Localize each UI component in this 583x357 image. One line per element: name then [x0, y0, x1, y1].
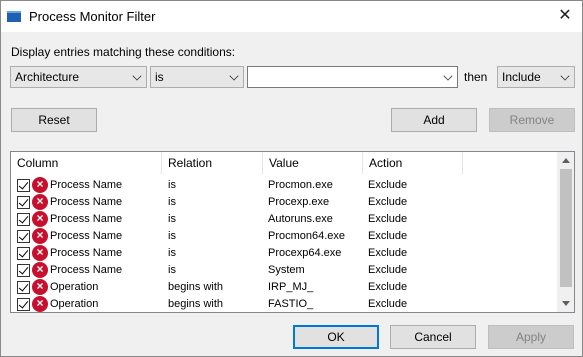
cell-action: Exclude [368, 247, 408, 259]
cell-value: Procmon.exe [268, 179, 333, 191]
cell-column: Process Name [50, 247, 123, 259]
chevron-down-icon [229, 71, 239, 81]
row-checkbox[interactable] [17, 213, 30, 226]
row-checkbox[interactable] [17, 298, 30, 311]
exclude-x-icon: × [32, 245, 48, 261]
cancel-button[interactable]: Cancel [390, 325, 476, 349]
exclude-x-icon: × [32, 228, 48, 244]
action-select[interactable]: Include [497, 66, 575, 88]
cell-value: IRP_MJ_ [268, 281, 314, 293]
then-label: then [464, 70, 488, 84]
cell-value: FASTIO_ [268, 298, 314, 310]
cell-action: Exclude [368, 264, 408, 276]
chevron-down-icon [443, 71, 453, 81]
cell-action: Exclude [368, 230, 408, 242]
table-row[interactable]: × Process Name is System Exclude [11, 262, 559, 279]
apply-button[interactable]: Apply [488, 325, 574, 349]
table-row[interactable]: × Operation begins with IRP_MJ_ Exclude [11, 279, 559, 296]
row-checkbox[interactable] [17, 281, 30, 294]
cell-relation: is [168, 196, 176, 208]
row-checkbox[interactable] [17, 247, 30, 260]
scroll-up-icon[interactable] [562, 158, 570, 163]
exclude-x-icon: × [32, 177, 48, 193]
cell-column: Process Name [50, 230, 123, 242]
cell-relation: is [168, 247, 176, 259]
filter-list[interactable]: Column Relation Value Action × Process Na… [10, 151, 575, 313]
header-action[interactable]: Action [363, 152, 463, 174]
title-bar: Process Monitor Filter ✕ [1, 1, 582, 32]
process-monitor-icon [7, 11, 21, 22]
row-checkbox[interactable] [17, 230, 30, 243]
header-relation[interactable]: Relation [162, 152, 263, 174]
table-row[interactable]: × Process Name is Procmon64.exe Exclude [11, 228, 559, 245]
list-header: Column Relation Value Action [11, 152, 559, 174]
exclude-x-icon: × [32, 279, 48, 295]
cell-value: Autoruns.exe [268, 213, 333, 225]
remove-button[interactable]: Remove [489, 108, 575, 132]
cell-relation: is [168, 213, 176, 225]
table-row[interactable]: × Operation begins with FASTIO_ Exclude [11, 296, 559, 312]
value-combo[interactable] [247, 66, 458, 88]
window-title: Process Monitor Filter [29, 9, 156, 24]
relation-select-value: is [155, 70, 164, 84]
exclude-x-icon: × [32, 211, 48, 227]
cell-relation: begins with [168, 281, 224, 293]
cell-action: Exclude [368, 298, 408, 310]
cell-relation: is [168, 230, 176, 242]
row-checkbox[interactable] [17, 264, 30, 277]
cell-action: Exclude [368, 213, 408, 225]
exclude-x-icon: × [32, 296, 48, 312]
cell-relation: begins with [168, 298, 224, 310]
chevron-down-icon [132, 71, 142, 81]
cell-value: Procmon64.exe [268, 230, 346, 242]
cell-relation: is [168, 264, 176, 276]
add-button[interactable]: Add [391, 108, 477, 132]
cell-column: Process Name [50, 213, 123, 225]
cell-column: Process Name [50, 196, 123, 208]
scroll-thumb[interactable] [560, 169, 572, 287]
cell-action: Exclude [368, 196, 408, 208]
table-row[interactable]: × Process Name is Procexp.exe Exclude [11, 194, 559, 211]
table-row[interactable]: × Process Name is Procmon.exe Exclude [11, 177, 559, 194]
action-select-value: Include [502, 70, 541, 84]
cell-value: Procexp64.exe [268, 247, 342, 259]
cell-value: System [268, 264, 305, 276]
relation-select[interactable]: is [150, 66, 244, 88]
cell-relation: is [168, 179, 176, 191]
exclude-x-icon: × [32, 194, 48, 210]
cell-column: Operation [50, 298, 99, 310]
column-select-value: Architecture [15, 70, 80, 84]
header-value[interactable]: Value [263, 152, 363, 174]
cell-action: Exclude [368, 281, 408, 293]
conditions-label: Display entries matching these condition… [11, 45, 236, 59]
chevron-down-icon [560, 71, 570, 81]
exclude-x-icon: × [32, 262, 48, 278]
table-row[interactable]: × Process Name is Autoruns.exe Exclude [11, 211, 559, 228]
scroll-down-icon[interactable] [562, 301, 570, 306]
cell-action: Exclude [368, 179, 408, 191]
vertical-scrollbar[interactable] [557, 152, 574, 312]
cell-value: Procexp.exe [268, 196, 330, 208]
cell-column: Operation [50, 281, 99, 293]
cell-column: Process Name [50, 179, 123, 191]
column-select[interactable]: Architecture [10, 66, 147, 88]
reset-button[interactable]: Reset [11, 108, 97, 132]
cell-column: Process Name [50, 264, 123, 276]
table-row[interactable]: × Process Name is Procexp64.exe Exclude [11, 245, 559, 262]
close-icon[interactable]: ✕ [550, 1, 580, 32]
ok-button[interactable]: OK [293, 325, 379, 349]
filter-dialog: Process Monitor Filter ✕ Display entries… [0, 0, 583, 357]
row-checkbox[interactable] [17, 179, 30, 192]
row-checkbox[interactable] [17, 196, 30, 209]
header-column[interactable]: Column [11, 152, 162, 174]
